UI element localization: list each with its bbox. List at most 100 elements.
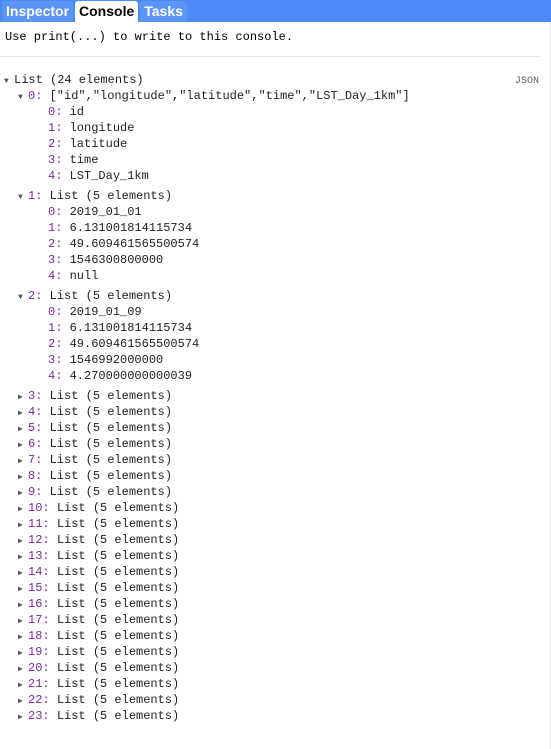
list-item[interactable]: ▼ 1: List (5 elements): [0, 188, 551, 204]
caret-right-icon[interactable]: ▶: [18, 710, 28, 726]
item-colon: :: [42, 549, 57, 563]
child-index: 2:: [48, 237, 70, 251]
list-item[interactable]: ▶ 16: List (5 elements): [0, 596, 551, 612]
item-index: 21: [28, 677, 43, 691]
item-summary: List (5 elements): [56, 613, 180, 627]
list-item[interactable]: ▶ 15: List (5 elements): [0, 580, 551, 596]
caret-down-icon[interactable]: ▼: [18, 290, 28, 306]
list-item[interactable]: ▶ 22: List (5 elements): [0, 692, 551, 708]
item-index: 12: [28, 533, 43, 547]
child-index: 0:: [48, 105, 70, 119]
child-index: 3:: [48, 353, 70, 367]
item-index: 13: [28, 549, 43, 563]
item-colon: :: [35, 89, 50, 103]
list-item[interactable]: ▶ 11: List (5 elements): [0, 516, 551, 532]
child-value: 1546300800000: [69, 253, 164, 267]
item-index: 16: [28, 597, 43, 611]
list-item[interactable]: ▶ 4: List (5 elements): [0, 404, 551, 420]
child-item: 0: id: [0, 104, 551, 120]
child-index: 0:: [48, 205, 70, 219]
item-index: 10: [28, 501, 43, 515]
item-colon: :: [42, 517, 57, 531]
tab-console[interactable]: Console: [75, 1, 139, 22]
list-item[interactable]: ▶ 13: List (5 elements): [0, 548, 551, 564]
item-summary: List (5 elements): [49, 453, 173, 467]
child-value: 2019_01_09: [69, 305, 142, 319]
item-index: 23: [28, 709, 43, 723]
caret-down-icon[interactable]: ▼: [18, 190, 28, 206]
item-index: 20: [28, 661, 43, 675]
list-item[interactable]: ▼ 2: List (5 elements): [0, 288, 551, 304]
item-colon: :: [35, 469, 50, 483]
item-index: 14: [28, 565, 43, 579]
child-index: 1:: [48, 321, 70, 335]
list-item[interactable]: ▶ 10: List (5 elements): [0, 500, 551, 516]
child-index: 4:: [48, 369, 70, 383]
item-summary: List (5 elements): [56, 533, 180, 547]
list-item[interactable]: ▶ 23: List (5 elements): [0, 708, 551, 724]
item-summary: List (5 elements): [49, 469, 173, 483]
item-colon: :: [42, 501, 57, 515]
item-colon: :: [35, 289, 50, 303]
child-value: id: [69, 105, 85, 119]
item-index: 22: [28, 693, 43, 707]
child-value: time: [69, 153, 99, 167]
tab-inspector[interactable]: Inspector: [2, 1, 74, 22]
child-item: 1: 6.131001814115734: [0, 320, 551, 336]
child-item: 0: 2019_01_09: [0, 304, 551, 320]
item-colon: :: [35, 189, 50, 203]
list-item[interactable]: ▶ 21: List (5 elements): [0, 676, 551, 692]
child-index: 0:: [48, 305, 70, 319]
child-value: 4.270000000000039: [69, 369, 193, 383]
item-summary: List (5 elements): [49, 437, 173, 451]
list-item[interactable]: ▶ 6: List (5 elements): [0, 436, 551, 452]
caret-down-icon[interactable]: ▼: [18, 90, 28, 106]
item-index: 15: [28, 581, 43, 595]
item-colon: :: [42, 693, 57, 707]
item-colon: :: [42, 613, 57, 627]
item-index: 11: [28, 517, 43, 531]
list-item[interactable]: ▶ 20: List (5 elements): [0, 660, 551, 676]
list-item[interactable]: ▶ 14: List (5 elements): [0, 564, 551, 580]
child-item: 3: 1546300800000: [0, 252, 551, 268]
item-summary: List (5 elements): [56, 581, 180, 595]
list-item[interactable]: ▶ 3: List (5 elements): [0, 388, 551, 404]
item-summary: List (5 elements): [56, 709, 180, 723]
item-summary: List (5 elements): [56, 645, 180, 659]
child-value: 1546992000000: [69, 353, 164, 367]
child-index: 1:: [48, 121, 70, 135]
list-item[interactable]: ▶ 18: List (5 elements): [0, 628, 551, 644]
child-index: 4:: [48, 169, 70, 183]
child-index: 3:: [48, 253, 70, 267]
console-help-text: Use print(...) to write to this console.: [5, 30, 294, 44]
child-index: 2:: [48, 337, 70, 351]
child-index: 1:: [48, 221, 70, 235]
child-value: 6.131001814115734: [69, 321, 193, 335]
tab-tasks[interactable]: Tasks: [140, 1, 187, 22]
item-colon: :: [35, 421, 50, 435]
list-item[interactable]: ▶ 17: List (5 elements): [0, 612, 551, 628]
item-summary: List (5 elements): [49, 189, 173, 203]
list-item[interactable]: ▶ 8: List (5 elements): [0, 468, 551, 484]
root-list-row[interactable]: ▼ List (24 elements): [0, 72, 551, 88]
item-summary: List (5 elements): [56, 549, 180, 563]
json-button[interactable]: JSON: [515, 76, 539, 87]
list-item[interactable]: ▼ 0: ["id","longitude","latitude","time",…: [0, 88, 551, 104]
item-summary: List (5 elements): [56, 661, 180, 675]
console-output: JSON ▼ List (24 elements) ▼ 0: ["id","long…: [0, 57, 551, 724]
list-item[interactable]: ▶ 19: List (5 elements): [0, 644, 551, 660]
child-item: 1: 6.131001814115734: [0, 220, 551, 236]
list-item[interactable]: ▶ 12: List (5 elements): [0, 532, 551, 548]
child-index: 2:: [48, 137, 70, 151]
list-item[interactable]: ▶ 7: List (5 elements): [0, 452, 551, 468]
child-item: 4: null: [0, 268, 551, 284]
child-value: 6.131001814115734: [69, 221, 193, 235]
item-colon: :: [42, 533, 57, 547]
item-summary: List (5 elements): [49, 389, 173, 403]
item-summary: ["id","longitude","latitude","time","LST…: [49, 89, 410, 103]
caret-down-icon[interactable]: ▼: [4, 74, 14, 90]
list-item[interactable]: ▶ 5: List (5 elements): [0, 420, 551, 436]
item-colon: :: [35, 405, 50, 419]
item-colon: :: [42, 597, 57, 611]
list-item[interactable]: ▶ 9: List (5 elements): [0, 484, 551, 500]
